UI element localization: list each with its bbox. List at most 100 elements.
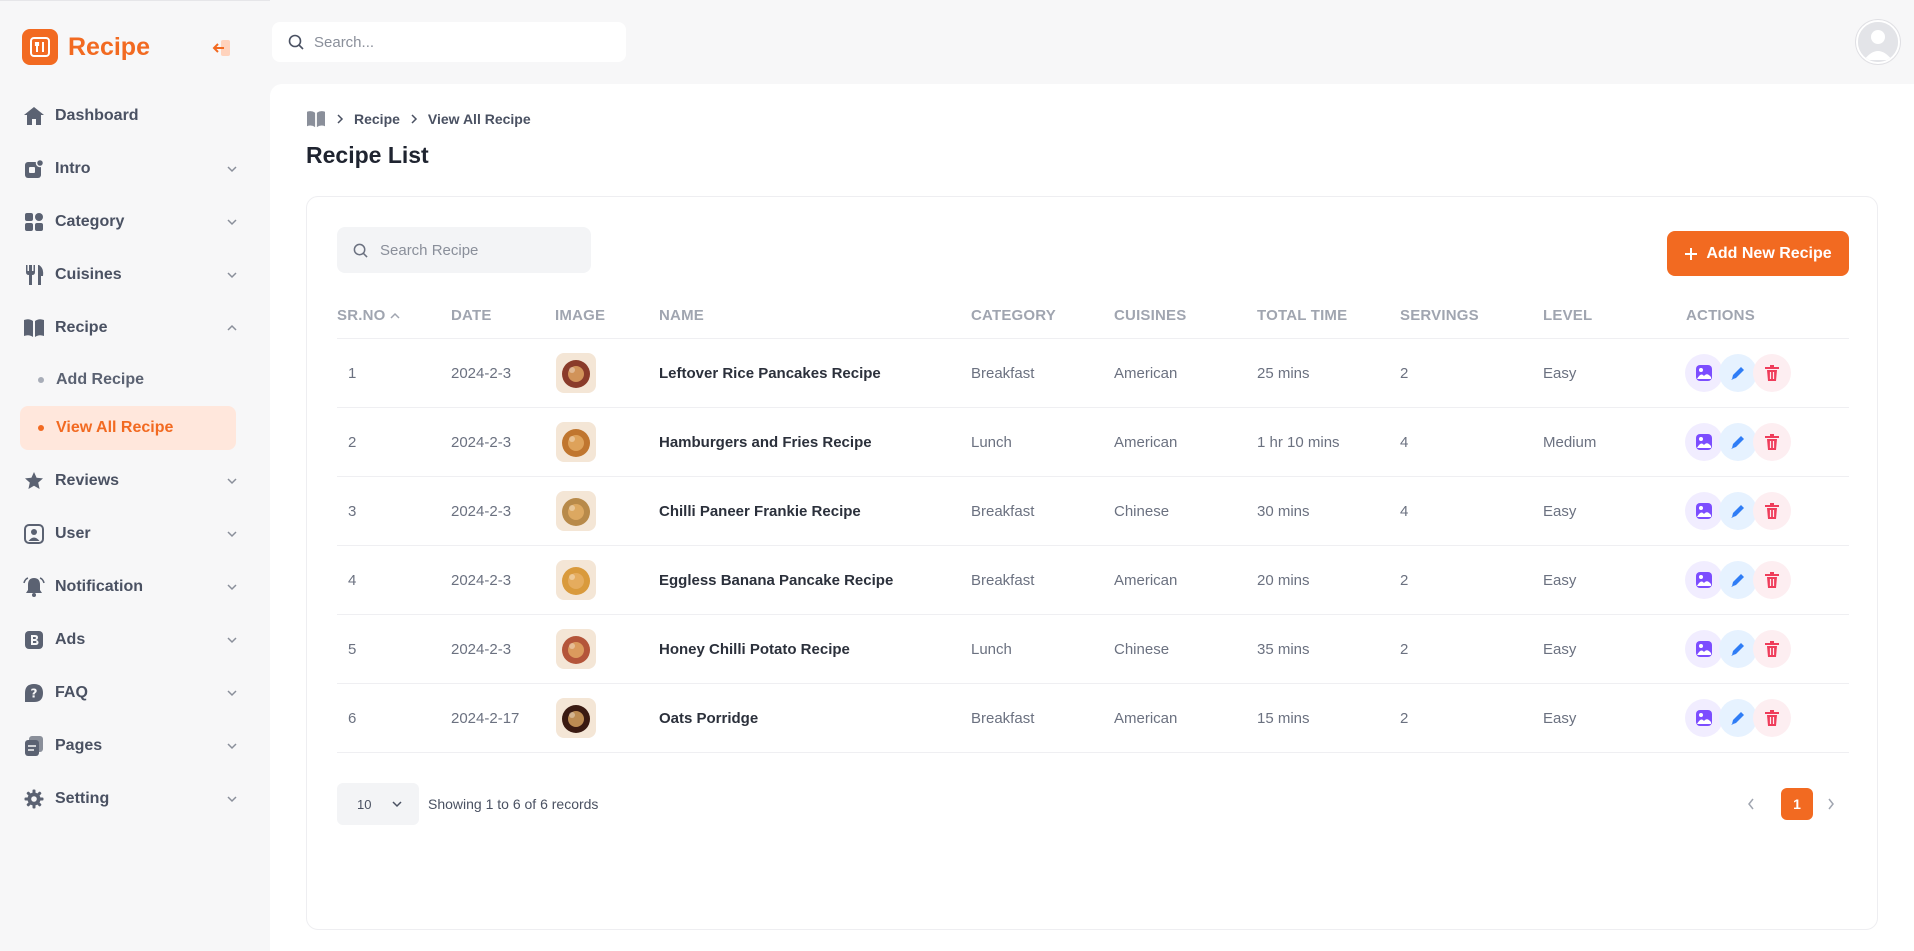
cell-name: Eggless Banana Pancake Recipe (659, 572, 894, 589)
edit-recipe-button[interactable] (1719, 492, 1757, 530)
cell-total-time: 30 mins (1257, 503, 1310, 520)
image-gallery-icon (1695, 364, 1713, 382)
delete-recipe-button[interactable] (1753, 354, 1791, 392)
cell-total-time: 15 mins (1257, 710, 1310, 727)
view-gallery-button[interactable] (1685, 630, 1723, 668)
records-summary: Showing 1 to 6 of 6 records (428, 796, 599, 812)
recipe-thumbnail (556, 698, 596, 738)
sidebar-item-cuisines[interactable]: Cuisines (0, 248, 270, 301)
sidebar-item-pages[interactable]: Pages (0, 719, 270, 772)
cell-sr-no: 4 (348, 572, 357, 589)
column-header-servings: SERVINGS (1400, 307, 1479, 324)
chevron-down-icon (227, 531, 237, 538)
category-grid-icon (22, 210, 46, 234)
sidebar-item-label: User (55, 524, 91, 542)
collapse-arrow-icon (212, 40, 230, 56)
view-gallery-button[interactable] (1685, 354, 1723, 392)
global-search[interactable] (272, 22, 626, 62)
cell-date: 2024-2-3 (451, 434, 512, 451)
image-gallery-icon (1695, 571, 1713, 589)
pagination-page-1[interactable]: 1 (1781, 788, 1813, 820)
cell-name: Oats Porridge (659, 710, 759, 727)
trash-icon (1764, 433, 1780, 451)
column-header-sr-no[interactable]: SR.NO (337, 307, 400, 324)
view-gallery-button[interactable] (1685, 699, 1723, 737)
trash-icon (1764, 640, 1780, 658)
sidebar-item-user[interactable]: User (0, 507, 270, 560)
cell-category: Breakfast (971, 710, 1035, 727)
edit-recipe-button[interactable] (1719, 561, 1757, 599)
cell-servings: 2 (1400, 365, 1409, 382)
cell-category: Breakfast (971, 365, 1035, 382)
recipe-table-card: Add New Recipe SR.NO DATE IMAGE NAME CAT… (306, 196, 1878, 930)
chevron-right-icon (1828, 798, 1834, 810)
delete-recipe-button[interactable] (1753, 699, 1791, 737)
cell-total-time: 1 hr 10 mins (1257, 434, 1340, 451)
sidebar-item-setting[interactable]: Setting (0, 772, 270, 825)
star-icon (22, 469, 46, 493)
cell-level: Medium (1543, 434, 1597, 451)
sidebar-subitem-label: View All Recipe (56, 419, 174, 436)
sidebar-item-category[interactable]: Category (0, 195, 270, 248)
recipe-search[interactable] (337, 227, 591, 273)
sidebar-item-reviews[interactable]: Reviews (0, 454, 270, 507)
sidebar-item-label: Notification (55, 577, 143, 595)
chevron-right-icon (411, 114, 417, 124)
collapse-sidebar-button[interactable] (210, 37, 234, 59)
cell-date: 2024-2-3 (451, 365, 512, 382)
cell-level: Easy (1543, 710, 1577, 727)
chevron-down-icon (227, 584, 237, 591)
table-header: SR.NO DATE IMAGE NAME CATEGORY CUISINES … (337, 303, 1849, 339)
recipe-search-input[interactable] (380, 241, 580, 259)
view-gallery-button[interactable] (1685, 492, 1723, 530)
edit-recipe-button[interactable] (1719, 423, 1757, 461)
chevron-up-icon (227, 324, 237, 331)
view-gallery-button[interactable] (1685, 561, 1723, 599)
sidebar-item-intro[interactable]: Intro (0, 142, 270, 195)
table-row: 3 2024-2-3 Chilli Paneer Frankie Recipe Bre… (337, 477, 1849, 546)
column-header-level: LEVEL (1543, 307, 1593, 324)
sidebar-item-notification[interactable]: Notification (0, 560, 270, 613)
brand[interactable]: Recipe (22, 29, 150, 65)
user-avatar[interactable] (1856, 20, 1900, 64)
edit-recipe-button[interactable] (1719, 630, 1757, 668)
cell-cuisine: American (1114, 572, 1178, 589)
breadcrumb-item[interactable]: Recipe (354, 111, 400, 127)
sidebar-item-recipe[interactable]: Recipe (0, 301, 270, 354)
cell-category: Lunch (971, 434, 1012, 451)
pencil-icon (1729, 502, 1747, 520)
edit-recipe-button[interactable] (1719, 354, 1757, 392)
recipe-thumbnail (556, 629, 596, 669)
delete-recipe-button[interactable] (1753, 492, 1791, 530)
search-icon (353, 243, 368, 258)
global-search-input[interactable] (314, 33, 614, 51)
sidebar-item-dashboard[interactable]: Dashboard (0, 89, 270, 142)
sidebar: Recipe Dashboard Intro Category Cuisines… (0, 0, 270, 951)
delete-recipe-button[interactable] (1753, 630, 1791, 668)
sidebar-item-label: Dashboard (55, 106, 139, 124)
sidebar-subitem-add-recipe[interactable]: Add Recipe (20, 358, 236, 402)
table-footer: 10 Showing 1 to 6 of 6 records 1 (337, 783, 1849, 825)
view-gallery-button[interactable] (1685, 423, 1723, 461)
recipe-thumbnail (556, 353, 596, 393)
table-row: 5 2024-2-3 Honey Chilli Potato Recipe Lunch… (337, 615, 1849, 684)
edit-recipe-button[interactable] (1719, 699, 1757, 737)
add-new-recipe-button[interactable]: Add New Recipe (1667, 231, 1849, 276)
svg-text:?: ? (31, 686, 38, 700)
chevron-right-icon (337, 114, 344, 124)
cell-servings: 2 (1400, 710, 1409, 727)
delete-recipe-button[interactable] (1753, 561, 1791, 599)
pagination-next-button[interactable] (1822, 795, 1840, 813)
sidebar-subitem-view-all-recipe[interactable]: View All Recipe (20, 406, 236, 450)
cell-name: Chilli Paneer Frankie Recipe (659, 503, 861, 520)
delete-recipe-button[interactable] (1753, 423, 1791, 461)
fork-knife-icon (22, 263, 46, 287)
sidebar-item-ads[interactable]: Ads (0, 613, 270, 666)
per-page-select[interactable]: 10 (337, 783, 419, 825)
chevron-down-icon (392, 801, 402, 808)
sidebar-item-label: Pages (55, 736, 103, 754)
recipe-thumbnail (556, 491, 596, 531)
sidebar-item-faq[interactable]: ? FAQ (0, 666, 270, 719)
pagination-prev-button[interactable] (1742, 795, 1760, 813)
table-row: 1 2024-2-3 Leftover Rice Pancakes Recipe Br… (337, 339, 1849, 408)
